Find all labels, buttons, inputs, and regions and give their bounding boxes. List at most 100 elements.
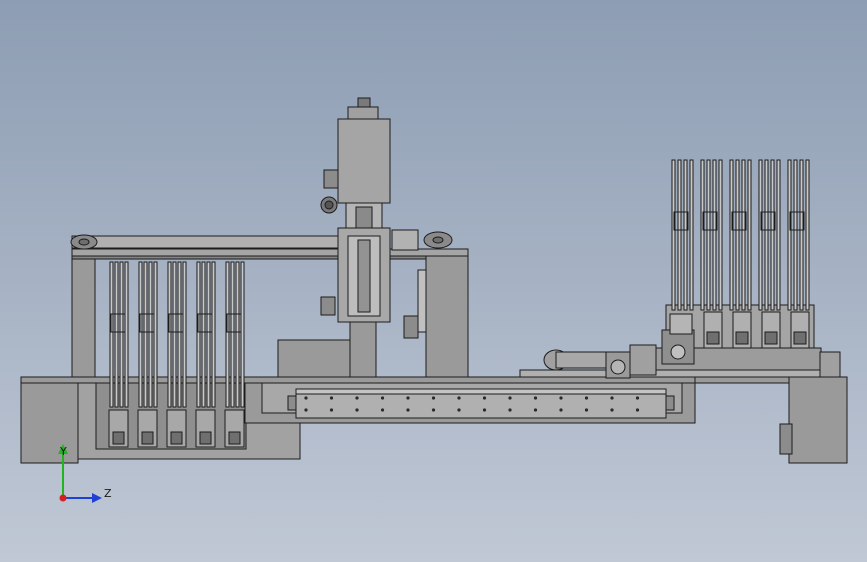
cad-viewport[interactable]: Y Z bbox=[0, 0, 867, 562]
z-axis-arrowhead bbox=[92, 493, 102, 503]
rod bbox=[124, 261, 129, 408]
rod-group bbox=[671, 159, 694, 311]
rod-group bbox=[729, 159, 752, 311]
rod bbox=[770, 159, 775, 311]
rail-bolt bbox=[559, 396, 563, 400]
right-pillar bbox=[425, 255, 469, 378]
rod bbox=[677, 159, 682, 311]
rod bbox=[138, 261, 143, 408]
rod bbox=[206, 261, 211, 408]
rod bbox=[764, 159, 769, 311]
right-bracket bbox=[391, 229, 419, 251]
rod bbox=[729, 159, 734, 311]
rod bbox=[787, 159, 792, 311]
machine-assembly-drawing: Y Z bbox=[20, 97, 848, 503]
rail-bolt bbox=[406, 408, 410, 412]
rod bbox=[735, 159, 740, 311]
rail-bolt bbox=[584, 408, 589, 412]
x-axis-origin bbox=[59, 494, 67, 502]
rod bbox=[225, 261, 230, 408]
right-stage-end bbox=[819, 351, 841, 378]
rail-bolt bbox=[610, 396, 614, 400]
gripper-jaw bbox=[199, 431, 212, 445]
center-pillar bbox=[349, 319, 377, 378]
spring-guide bbox=[417, 269, 427, 333]
rail-bolt bbox=[431, 396, 436, 400]
rod bbox=[143, 261, 148, 408]
rail-bolt bbox=[355, 408, 359, 412]
rail-bolt bbox=[457, 408, 461, 412]
gripper-jaw bbox=[764, 331, 778, 345]
base-left-foot bbox=[20, 376, 79, 464]
rod bbox=[196, 261, 201, 408]
left-pulley-hub bbox=[78, 238, 90, 246]
rod bbox=[172, 261, 177, 408]
rod bbox=[747, 159, 752, 311]
rail-bolt bbox=[304, 408, 308, 412]
rail-bolt bbox=[304, 396, 308, 400]
rod bbox=[689, 159, 694, 311]
rod bbox=[706, 159, 711, 311]
gripper-jaw bbox=[706, 331, 720, 345]
left-column bbox=[71, 255, 96, 378]
rail-bolt bbox=[355, 396, 359, 400]
rail-bolt bbox=[482, 408, 487, 412]
rod bbox=[741, 159, 746, 311]
rail-bolt bbox=[380, 408, 385, 412]
left-rail-beam bbox=[71, 235, 343, 249]
rail-bolt bbox=[533, 408, 538, 412]
rail-slot bbox=[357, 239, 371, 313]
rail-bolt bbox=[508, 396, 512, 400]
right-rod-rack bbox=[671, 159, 810, 311]
rail-bolt bbox=[635, 396, 640, 400]
rod bbox=[182, 261, 187, 408]
rod bbox=[211, 261, 216, 408]
rail-bolt bbox=[457, 396, 461, 400]
rod bbox=[718, 159, 723, 311]
rod bbox=[114, 261, 119, 408]
rail-bolt bbox=[431, 408, 436, 412]
rail-bolt bbox=[559, 408, 563, 412]
slide-slot bbox=[355, 206, 373, 230]
y-axis-label: Y bbox=[59, 445, 67, 458]
center-base-block bbox=[277, 339, 351, 378]
rail-bolt bbox=[635, 408, 640, 412]
right-cylinder bbox=[779, 423, 793, 455]
right-motor-hub bbox=[670, 344, 686, 360]
base-right-deck bbox=[694, 376, 790, 384]
rail-bolt bbox=[584, 396, 589, 400]
rail-bolt bbox=[329, 396, 334, 400]
rod bbox=[793, 159, 798, 311]
rod bbox=[177, 261, 182, 408]
rod bbox=[240, 261, 245, 408]
rod bbox=[700, 159, 705, 311]
motor-body bbox=[337, 118, 391, 204]
rod bbox=[167, 261, 172, 408]
side-knob-inner bbox=[324, 200, 334, 210]
rod bbox=[201, 261, 206, 408]
rod bbox=[671, 159, 676, 311]
gripper-jaw bbox=[735, 331, 749, 345]
z-axis-label: Z bbox=[104, 487, 112, 500]
linear-rail-endcap-right bbox=[665, 395, 675, 411]
rod bbox=[230, 261, 235, 408]
small-cylinder bbox=[403, 315, 419, 339]
rod bbox=[119, 261, 124, 408]
rod bbox=[153, 261, 158, 408]
gripper-jaw bbox=[141, 431, 154, 445]
gripper-jaw bbox=[793, 331, 807, 345]
rod bbox=[758, 159, 763, 311]
left-sensor bbox=[320, 296, 336, 316]
rod bbox=[683, 159, 688, 311]
gripper-jaw bbox=[228, 431, 241, 445]
rod bbox=[235, 261, 240, 408]
base-right-foot bbox=[788, 376, 848, 464]
rail-bolt bbox=[482, 396, 487, 400]
rail-bolt bbox=[406, 396, 410, 400]
tray-block bbox=[629, 344, 657, 376]
rod bbox=[805, 159, 810, 311]
rail-bolt bbox=[610, 408, 614, 412]
rail-bolt bbox=[533, 396, 538, 400]
linear-module bbox=[287, 388, 675, 419]
motor-flange bbox=[347, 106, 379, 120]
